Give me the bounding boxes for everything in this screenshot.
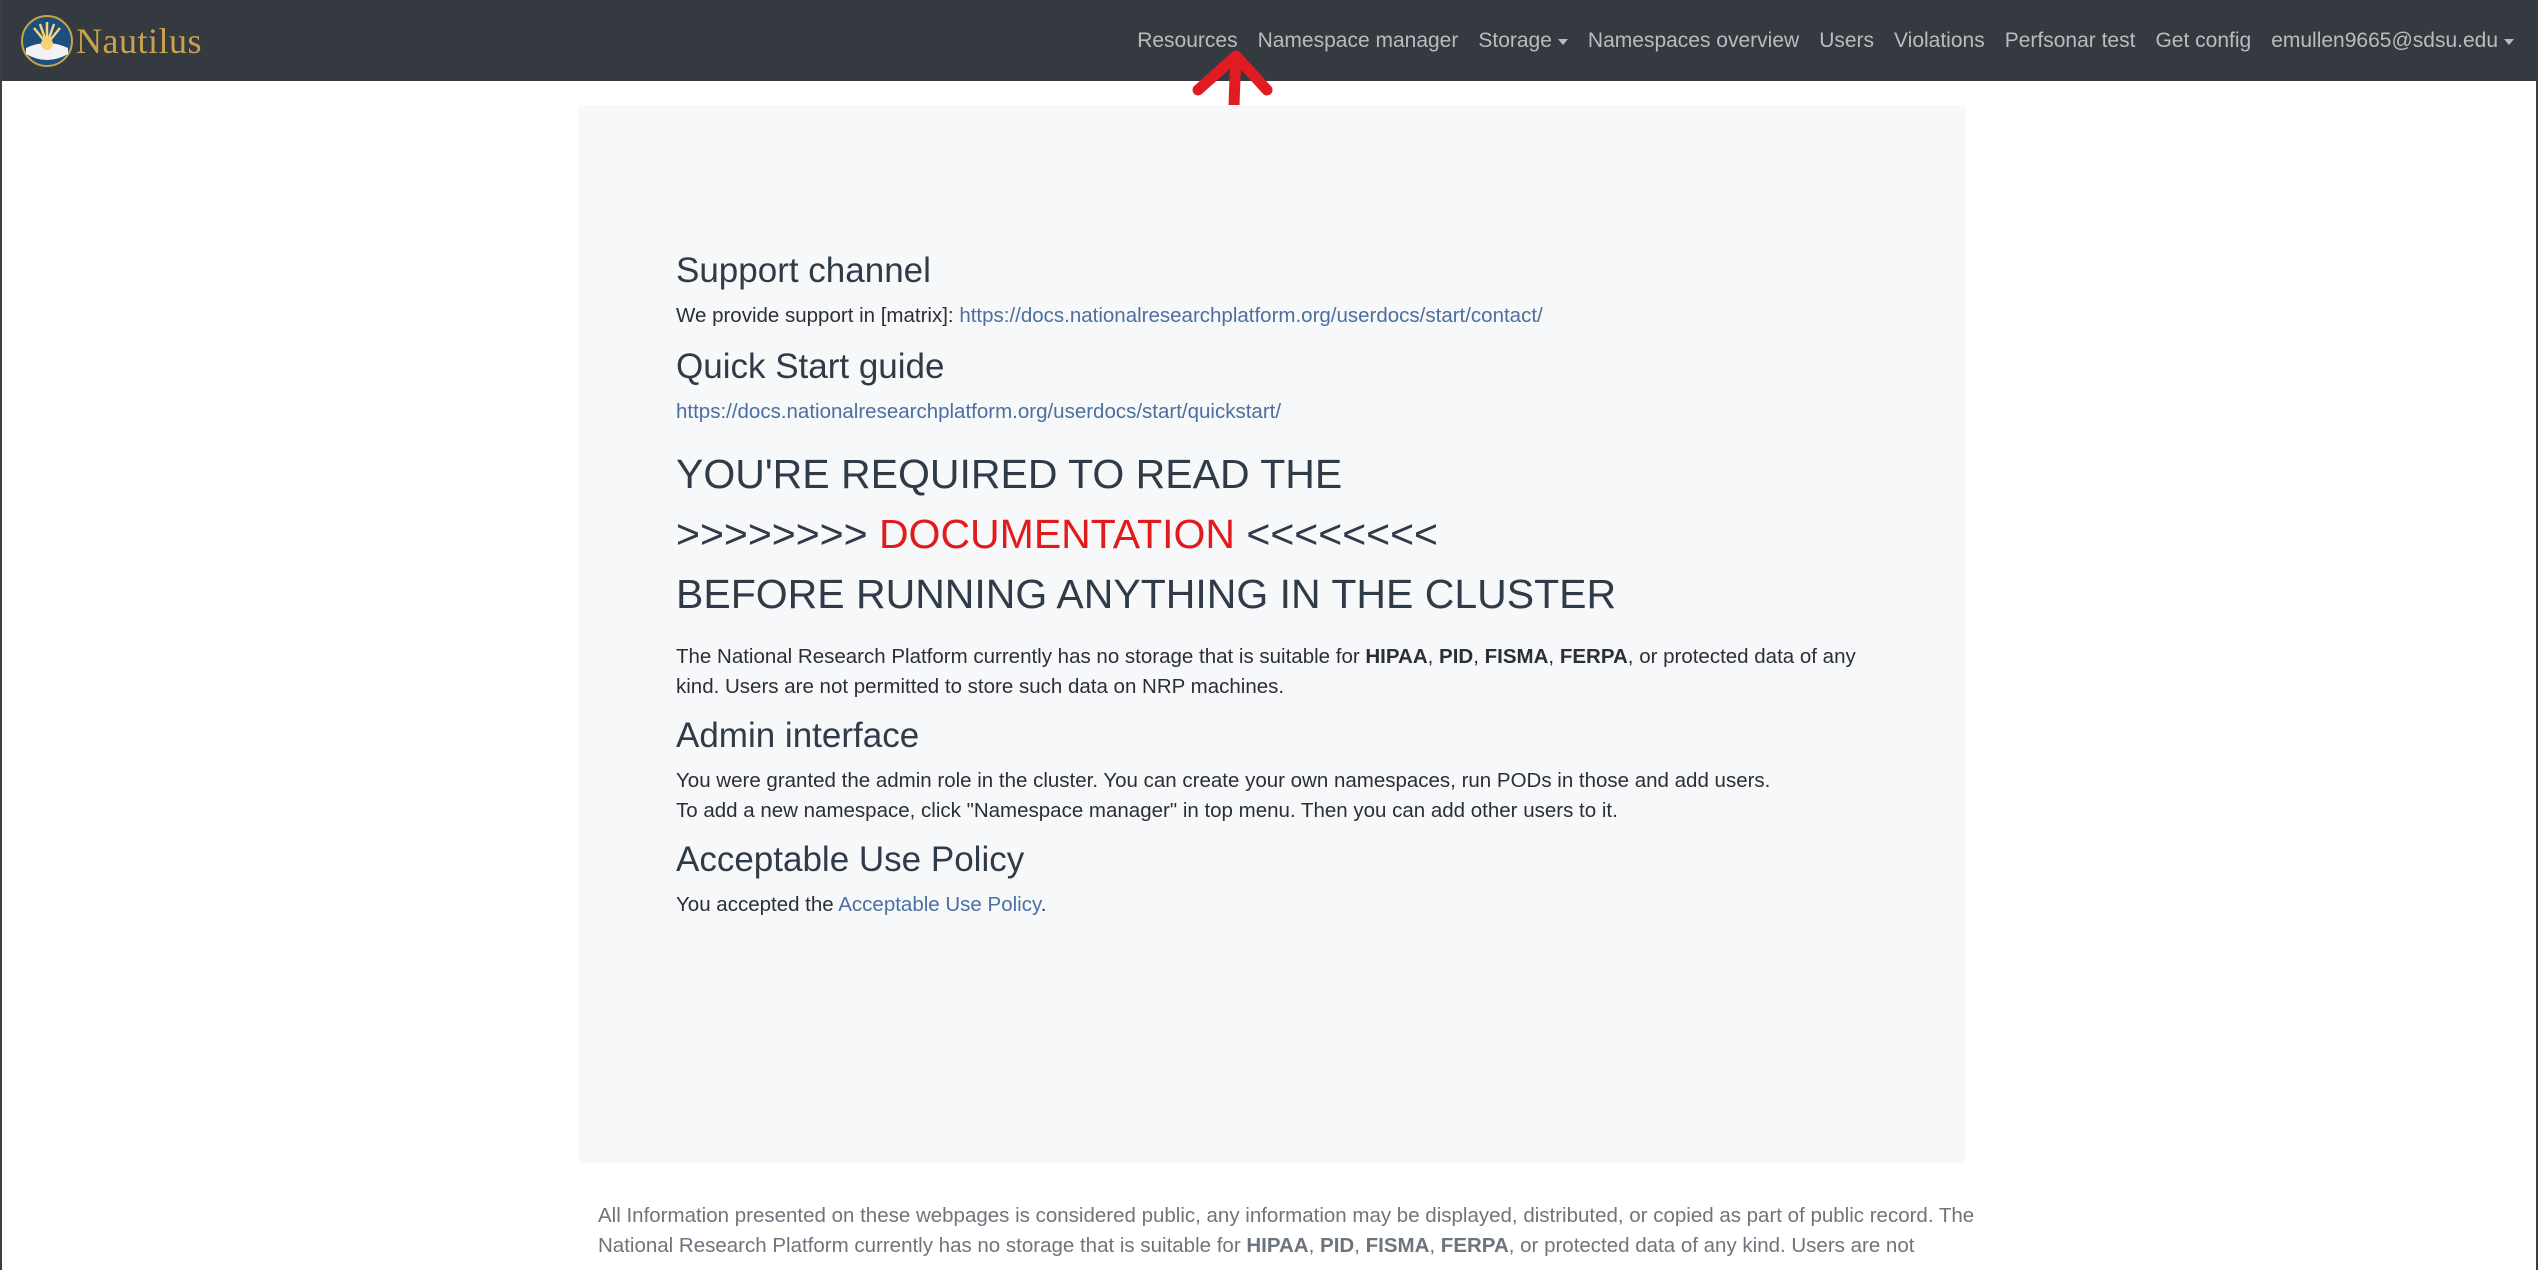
nautilus-logo-icon (21, 15, 73, 67)
warning-line-3: BEFORE RUNNING ANYTHING IN THE CLUSTER (676, 571, 1617, 617)
support-channel-text: We provide support in [matrix]: https://… (676, 304, 1543, 327)
quick-start-heading: Quick Start guide (676, 347, 945, 386)
nav-item-label: emullen9665@sdsu.edu (2271, 28, 2498, 52)
nav-item-label: Storage (1478, 28, 1552, 52)
aup-heading: Acceptable Use Policy (676, 840, 1025, 879)
brand[interactable]: Nautilus (20, 12, 202, 70)
admin-interface-heading: Admin interface (676, 716, 920, 755)
nav-item-label: Violations (1894, 28, 1985, 52)
nav-item-namespaces-overview[interactable]: Namespaces overview (1588, 29, 1799, 53)
documentation-warning: YOU'RE REQUIRED TO READ THE >>>>>>>> DOC… (676, 444, 1876, 624)
nav-item-emullen9665-sdsu-edu[interactable]: emullen9665@sdsu.edu (2271, 29, 2514, 53)
nav-item-users[interactable]: Users (1819, 29, 1874, 53)
warning-line-1: YOU'RE REQUIRED TO READ THE (676, 451, 1343, 497)
aup-text: You accepted the Acceptable Use Policy. (676, 893, 1047, 916)
admin-text-line-1: You were granted the admin role in the c… (676, 769, 1771, 792)
main-menu: Resources Namespace manager Storage Namespa… (1117, 0, 2514, 81)
nav-item-label: Get config (2155, 28, 2252, 52)
storage-notice: The National Research Platform currently… (676, 645, 1856, 698)
footer-disclaimer: All Information presented on these webpa… (598, 1204, 1975, 1257)
nav-item-label: Namespaces overview (1587, 28, 1800, 52)
brand-name: Nautilus (76, 21, 202, 61)
documentation-link[interactable]: DOCUMENTATION (879, 511, 1235, 557)
support-contact-link[interactable]: https://docs.nationalresearchplatform.or… (959, 304, 1542, 327)
nav-item-label: Perfsonar test (2004, 28, 2136, 52)
caret-down-icon (1557, 38, 1568, 45)
aup-link[interactable]: Acceptable Use Policy (838, 893, 1040, 916)
nav-item-violations[interactable]: Violations (1894, 29, 1985, 53)
support-channel-heading: Support channel (676, 251, 931, 290)
nav-item-namespace-manager[interactable]: Namespace manager (1258, 29, 1459, 53)
nav-item-label: Namespace manager (1257, 28, 1459, 52)
nav-item-perfsonar-test[interactable]: Perfsonar test (2005, 29, 2136, 53)
nav-item-label: Users (1819, 28, 1875, 52)
admin-text-line-2: To add a new namespace, click "Namespace… (676, 799, 1618, 822)
quick-start-link[interactable]: https://docs.nationalresearchplatform.or… (676, 400, 1281, 423)
main-content: Support channel We provide support in [m… (676, 250, 1876, 920)
warning-line-2: >>>>>>>> DOCUMENTATION <<<<<<<< (676, 511, 1438, 557)
nav-item-get-config[interactable]: Get config (2155, 29, 2251, 53)
caret-down-icon (2504, 38, 2514, 45)
quick-start-text: https://docs.nationalresearchplatform.or… (676, 397, 1876, 427)
nav-item-storage[interactable]: Storage (1478, 29, 1568, 53)
